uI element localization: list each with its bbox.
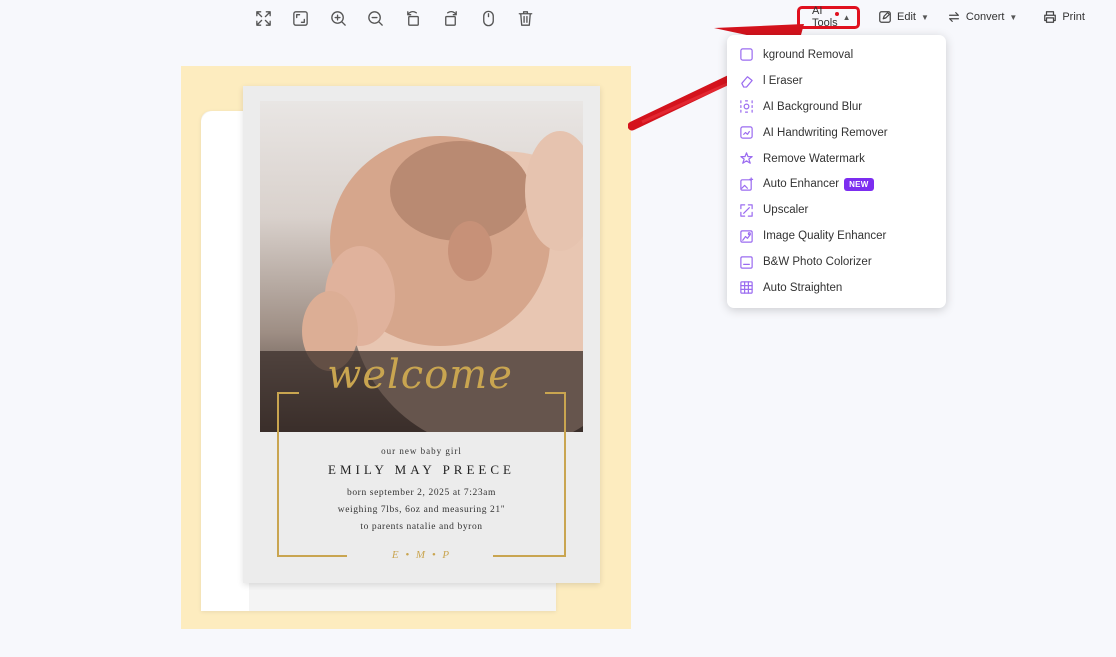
gold-frame-top-right [545, 392, 566, 394]
caret-down-icon: ▼ [1009, 12, 1018, 22]
view-toolbar [252, 7, 552, 29]
menu-item-label: B&W Photo Colorizer [763, 256, 872, 269]
menu-item-ai-eraser[interactable]: l Eraser [727, 68, 946, 94]
rotate-left-icon[interactable] [402, 7, 424, 29]
new-badge: NEW [844, 177, 874, 191]
convert-icon [948, 12, 959, 22]
menu-item-auto-enhancer[interactable]: Auto Enhancer NEW [727, 171, 946, 197]
ai-tools-label: AI Tools [812, 5, 838, 29]
ai-tools-menu: kground Removal l Eraser AI Background B… [727, 35, 946, 308]
enhancer-icon [739, 177, 754, 192]
convert-button[interactable]: Convert ▼ [947, 4, 1017, 30]
menu-item-label: Upscaler [763, 204, 809, 217]
menu-item-label: l Eraser [763, 74, 803, 87]
colorizer-icon [739, 255, 754, 270]
background-removal-icon [739, 47, 754, 62]
convert-label: Convert [965, 11, 1005, 23]
gold-frame-top-left [277, 392, 299, 394]
quality-icon [739, 229, 754, 244]
baby-name: EMILY MAY PREECE [328, 462, 515, 477]
menu-item-remove-watermark[interactable]: Remove Watermark [727, 146, 946, 172]
zoom-in-icon[interactable] [327, 7, 349, 29]
handwriting-icon [739, 125, 754, 140]
mouse-icon[interactable] [477, 7, 499, 29]
ai-tools-button[interactable]: AI Tools ▲ [797, 5, 860, 29]
upscaler-icon [739, 203, 754, 218]
edit-icon [879, 11, 891, 23]
menu-item-auto-straighten[interactable]: Auto Straighten [727, 275, 946, 301]
menu-item-image-quality-enhancer[interactable]: Image Quality Enhancer [727, 223, 946, 249]
caret-up-icon: ▲ [842, 12, 851, 22]
watermark-icon [739, 151, 754, 166]
menu-item-label: Auto Straighten [763, 281, 843, 294]
fullscreen-icon[interactable] [290, 7, 312, 29]
right-toolbar: AI Tools ▲ Edit ▼ Convert ▼ Print [797, 4, 1085, 30]
rotate-right-icon[interactable] [440, 7, 462, 29]
menu-item-label: Auto Enhancer [763, 178, 840, 191]
print-button[interactable]: Print [1043, 4, 1085, 30]
zoom-out-icon[interactable] [365, 7, 387, 29]
edit-label: Edit [897, 11, 916, 23]
menu-item-label: AI Background Blur [763, 100, 863, 113]
fit-screen-icon[interactable] [252, 7, 274, 29]
menu-item-bw-photo-colorizer[interactable]: B&W Photo Colorizer [727, 249, 946, 275]
straighten-icon [739, 280, 754, 295]
menu-item-label: Image Quality Enhancer [763, 230, 887, 243]
card-subtitle: our new baby girl [381, 446, 462, 456]
envelope-flap [201, 111, 249, 611]
print-label: Print [1062, 11, 1085, 23]
menu-item-label: kground Removal [763, 48, 854, 61]
blur-icon [739, 99, 754, 114]
menu-item-upscaler[interactable]: Upscaler [727, 197, 946, 223]
trash-icon[interactable] [515, 7, 537, 29]
menu-item-ai-handwriting-remover[interactable]: AI Handwriting Remover [727, 120, 946, 146]
edit-button[interactable]: Edit ▼ [878, 4, 929, 30]
birth-measurements: weighing 7lbs, 6oz and measuring 21" [337, 505, 506, 515]
menu-item-background-removal[interactable]: kground Removal [727, 42, 946, 68]
parents-line: to parents natalie and byron [360, 522, 483, 532]
eraser-icon [739, 73, 754, 88]
birth-date: born september 2, 2025 at 7:23am [346, 488, 496, 498]
notification-dot [835, 11, 839, 16]
initials: E • M • P [391, 549, 452, 561]
menu-item-label: AI Handwriting Remover [763, 126, 888, 139]
printer-icon [1044, 11, 1057, 23]
menu-item-ai-background-blur[interactable]: AI Background Blur [727, 94, 946, 120]
menu-item-label: Remove Watermark [763, 152, 865, 165]
caret-down-icon: ▼ [920, 12, 929, 22]
